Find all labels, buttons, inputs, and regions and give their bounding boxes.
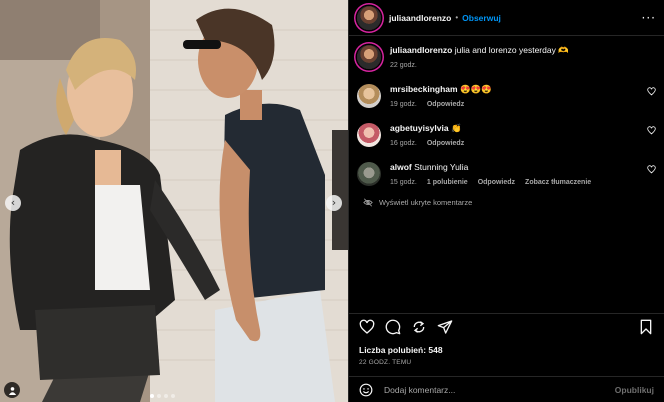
comment-username[interactable]: alwof — [390, 162, 412, 172]
carousel-dot — [157, 394, 161, 398]
photo-scene — [0, 0, 348, 402]
chevron-left-icon[interactable]: ‹ — [5, 195, 21, 211]
author-username[interactable]: juliaandlorenzo — [389, 13, 451, 23]
heart-icon[interactable] — [647, 126, 656, 135]
carousel-dots — [150, 394, 175, 398]
comments-list[interactable]: juliaandlorenzo julia and lorenzo yester… — [349, 36, 664, 313]
caption-meta: 22 godz. — [390, 62, 656, 69]
emoji-icon[interactable] — [359, 383, 373, 397]
heart-icon[interactable] — [647, 87, 656, 96]
caption-avatar[interactable] — [357, 45, 381, 69]
repost-icon[interactable] — [411, 319, 427, 335]
comment-text: 😍😍😍 — [459, 84, 492, 94]
bookmark-icon[interactable] — [638, 319, 654, 335]
caption-row: juliaandlorenzo julia and lorenzo yester… — [357, 44, 656, 69]
comment-time: 19 godz. — [390, 101, 417, 108]
comment-text: Stunning Yulia — [414, 162, 469, 172]
comment-row: alwof Stunning Yulia 15 godz. 1 polubien… — [357, 161, 656, 186]
post-comment-button[interactable]: Opublikuj — [615, 385, 654, 395]
commenter-avatar[interactable] — [357, 123, 381, 147]
comment-line: agbetuyisylvia 👏 — [390, 122, 656, 134]
carousel-dot — [150, 394, 154, 398]
commenter-avatar[interactable] — [357, 162, 381, 186]
comment-username[interactable]: mrsibeckingham — [390, 84, 458, 94]
comment-text: 👏 — [450, 123, 462, 133]
caption-text: julia and lorenzo yesterday 🫶 — [454, 45, 569, 55]
comment-line: alwof Stunning Yulia — [390, 161, 656, 173]
show-hidden-comments[interactable]: Wyświetl ukryte komentarze — [363, 198, 656, 207]
heart-icon[interactable] — [647, 165, 656, 174]
caption-line: juliaandlorenzo julia and lorenzo yester… — [390, 44, 656, 56]
follow-button[interactable]: Obserwuj — [462, 13, 501, 23]
comment-input[interactable]: Dodaj komentarz... — [384, 385, 615, 395]
carousel-dot — [164, 394, 168, 398]
share-send-icon[interactable] — [437, 319, 453, 335]
chevron-right-icon[interactable]: › — [326, 195, 342, 211]
comment-row: mrsibeckingham 😍😍😍 19 godz. Odpowiedz — [357, 83, 656, 108]
caption-time: 22 godz. — [390, 62, 417, 69]
like-heart-icon[interactable] — [359, 319, 375, 335]
comment-time: 16 godz. — [390, 140, 417, 147]
comment-likes[interactable]: 1 polubienie — [427, 179, 468, 186]
more-horizontal-icon[interactable]: ··· — [642, 11, 656, 25]
comment-row: agbetuyisylvia 👏 16 godz. Odpowiedz — [357, 122, 656, 147]
reply-button[interactable]: Odpowiedz — [427, 140, 464, 147]
reply-button[interactable]: Odpowiedz — [478, 179, 515, 186]
post-photo[interactable]: ‹ › — [0, 0, 348, 402]
reply-button[interactable]: Odpowiedz — [427, 101, 464, 108]
comment-bubble-icon[interactable] — [385, 319, 401, 335]
likes-count[interactable]: Liczba polubień: 548 — [359, 345, 443, 355]
comment-meta: 15 godz. 1 polubienie Odpowiedz Zobacz t… — [390, 179, 656, 186]
comment-meta: 19 godz. Odpowiedz — [390, 101, 656, 108]
instagram-post-modal: ‹ › juliaandlorenzo • Obserwuj ··· julia… — [0, 0, 664, 402]
carousel-dot — [171, 394, 175, 398]
comment-meta: 16 godz. Odpowiedz — [390, 140, 656, 147]
eye-off-icon — [363, 198, 373, 207]
comment-time: 15 godz. — [390, 179, 417, 186]
comment-username[interactable]: agbetuyisylvia — [390, 123, 449, 133]
show-hidden-comments-label: Wyświetl ukryte komentarze — [379, 198, 473, 207]
caption-username[interactable]: juliaandlorenzo — [390, 45, 452, 55]
commenter-avatar[interactable] — [357, 84, 381, 108]
action-bar — [349, 313, 664, 339]
user-tag-icon[interactable] — [4, 382, 20, 398]
comment-composer: Dodaj komentarz... Opublikuj — [349, 376, 664, 402]
translate-button[interactable]: Zobacz tłumaczenie — [525, 179, 591, 186]
author-avatar[interactable] — [357, 5, 381, 30]
post-timestamp: 22 GODZ. TEMU — [359, 359, 412, 366]
comment-line: mrsibeckingham 😍😍😍 — [390, 83, 656, 95]
post-header: juliaandlorenzo • Obserwuj ··· — [349, 0, 664, 36]
post-side-panel: juliaandlorenzo • Obserwuj ··· juliaandl… — [348, 0, 664, 402]
header-separator: • — [455, 13, 459, 22]
